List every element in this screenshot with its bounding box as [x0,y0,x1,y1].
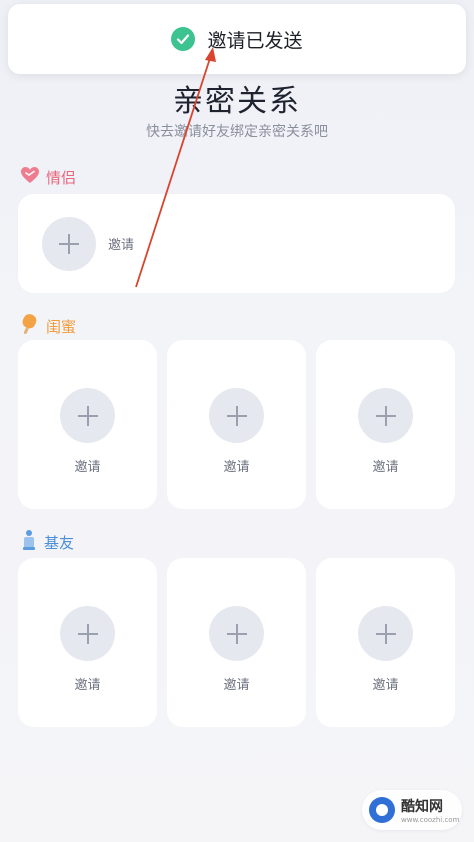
annotation-arrow [135,47,216,288]
